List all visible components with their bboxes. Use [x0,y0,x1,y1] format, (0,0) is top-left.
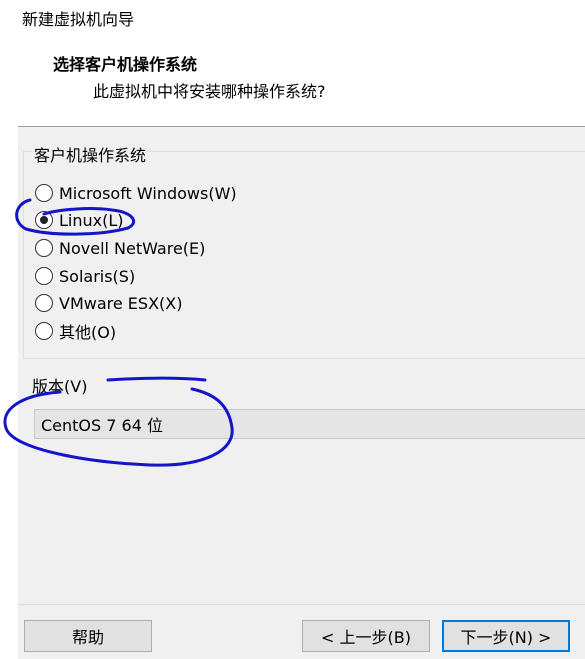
radio-button-checked-icon[interactable] [35,211,53,229]
radio-label: 其他(O) [59,323,117,342]
radio-label: Microsoft Windows(W) [59,183,237,203]
new-vm-wizard-window: 新建虚拟机向导 选择客户机操作系统 此虚拟机中将安装哪种操作系统? 客户机操作系… [0,0,585,659]
radio-label: Novell NetWare(E) [59,238,206,258]
guest-os-group-label: 客户机操作系统 [32,142,149,166]
radio-button-icon[interactable] [35,239,53,257]
radio-label: VMware ESX(X) [59,293,183,313]
radio-label: Linux(L) [59,210,124,230]
window-title: 新建虚拟机向导 [22,10,135,29]
radio-vmware-esx[interactable]: VMware ESX(X) [35,291,182,315]
radio-button-icon[interactable] [35,322,53,340]
radio-button-icon[interactable] [35,294,53,312]
radio-microsoft-windows[interactable]: Microsoft Windows(W) [35,181,237,205]
radio-other[interactable]: 其他(O) [35,319,116,343]
radio-linux[interactable]: Linux(L) [35,208,124,232]
version-label: 版本(V) [32,377,88,396]
radio-solaris[interactable]: Solaris(S) [35,264,135,288]
next-button[interactable]: 下一步(N) > [442,620,570,652]
page-title: 选择客户机操作系统 [53,55,198,74]
radio-novell-netware[interactable]: Novell NetWare(E) [35,236,205,260]
back-button[interactable]: < 上一步(B) [302,620,430,652]
version-dropdown[interactable]: CentOS 7 64 位 [34,409,585,439]
radio-button-icon[interactable] [35,184,53,202]
version-selected-value: CentOS 7 64 位 [41,416,163,435]
page-subtitle: 此虚拟机中将安装哪种操作系统? [93,82,326,101]
radio-label: Solaris(S) [59,266,136,286]
radio-button-icon[interactable] [35,267,53,285]
help-button[interactable]: 帮助 [24,620,152,652]
